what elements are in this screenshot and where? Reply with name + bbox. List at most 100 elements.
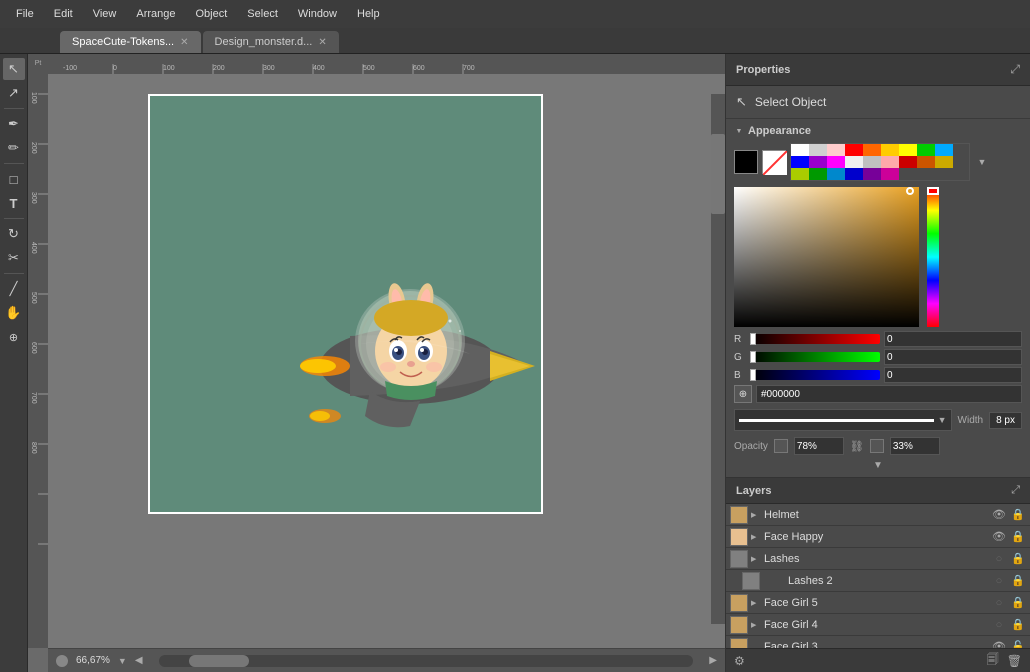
tool-zoom[interactable]: ⊕ bbox=[3, 326, 25, 348]
canvas-content[interactable] bbox=[48, 74, 725, 648]
scroll-right[interactable]: ▶ bbox=[709, 655, 717, 666]
swatch-magenta[interactable] bbox=[827, 156, 845, 168]
width-value[interactable]: 8 px bbox=[989, 412, 1022, 429]
layer-row-facegirl3[interactable]: Face Girl 3 👁 🔓 bbox=[726, 636, 1030, 648]
canvas-scrollbar-vertical[interactable] bbox=[711, 94, 725, 624]
layer-eye-facegirl5[interactable]: ○ bbox=[991, 595, 1007, 611]
swatch-darkpurple[interactable] bbox=[863, 168, 881, 180]
g-slider-track[interactable] bbox=[750, 352, 880, 362]
menu-edit[interactable]: Edit bbox=[46, 4, 81, 24]
layers-expand-button[interactable]: ⤢ bbox=[1011, 484, 1020, 497]
swatch-red[interactable] bbox=[845, 144, 863, 156]
g-input[interactable]: 0 bbox=[884, 349, 1022, 365]
properties-expand-button[interactable]: ⤢ bbox=[1010, 62, 1020, 77]
opacity-input[interactable]: 78% bbox=[794, 437, 844, 455]
tool-rect[interactable]: □ bbox=[3, 168, 25, 190]
swatch-white[interactable] bbox=[791, 144, 809, 156]
b-slider-track[interactable] bbox=[750, 370, 880, 380]
layers-new-button[interactable]: 🗐 bbox=[987, 650, 999, 671]
menu-object[interactable]: Object bbox=[188, 4, 236, 24]
menu-file[interactable]: File bbox=[8, 4, 42, 24]
tool-text[interactable]: T bbox=[3, 192, 25, 214]
swatch-lightred[interactable] bbox=[827, 144, 845, 156]
swatch-blue[interactable] bbox=[791, 156, 809, 168]
swatch-sky-blue[interactable] bbox=[935, 144, 953, 156]
eyedropper-button[interactable]: ⊕ bbox=[734, 385, 752, 403]
swatch-orange[interactable] bbox=[863, 144, 881, 156]
swatch-more-button[interactable]: ▼ bbox=[974, 154, 990, 170]
opacity-input-2[interactable]: 33% bbox=[890, 437, 940, 455]
layers-delete-button[interactable]: 🗑 bbox=[1007, 654, 1022, 668]
swatch-darkblue[interactable] bbox=[845, 168, 863, 180]
layer-row-facegirl5[interactable]: Face Girl 5 ○ 🔒 bbox=[726, 592, 1030, 614]
fill-swatch[interactable] bbox=[734, 150, 758, 174]
tab-1-close[interactable]: ✕ bbox=[180, 37, 188, 48]
layer-eye-lashes[interactable]: ○ bbox=[991, 551, 1007, 567]
tool-select[interactable]: ↖ bbox=[3, 58, 25, 80]
layer-row-helmet[interactable]: Helmet 👁 🔒 bbox=[726, 504, 1030, 526]
tab-2-close[interactable]: ✕ bbox=[318, 37, 326, 48]
tool-pencil[interactable]: ✏ bbox=[3, 137, 25, 159]
swatch-lime[interactable] bbox=[791, 168, 809, 180]
swatch-darkyellow[interactable] bbox=[935, 156, 953, 168]
swatch-darkpink[interactable] bbox=[881, 168, 899, 180]
opacity-checkbox[interactable] bbox=[774, 439, 788, 453]
tool-scissors[interactable]: ✂ bbox=[3, 247, 25, 269]
layer-row-lashes2[interactable]: Lashes 2 ○ 🔒 bbox=[726, 570, 1030, 592]
opacity-checkbox-2[interactable] bbox=[870, 439, 884, 453]
b-input[interactable]: 0 bbox=[884, 367, 1022, 383]
layer-lock-lashes2[interactable]: 🔒 bbox=[1010, 573, 1026, 589]
scroll-left[interactable]: ◀ bbox=[135, 655, 143, 666]
scrollbar-thumb-vertical[interactable] bbox=[711, 134, 725, 214]
tool-pen[interactable]: ✒ bbox=[3, 113, 25, 135]
tool-line[interactable]: ╱ bbox=[3, 278, 25, 300]
layer-row-face-happy[interactable]: Face Happy 👁 🔒 bbox=[726, 526, 1030, 548]
tab-1[interactable]: SpaceCute-Tokens... ✕ bbox=[60, 31, 201, 53]
swatch-gray[interactable] bbox=[863, 156, 881, 168]
tab-2[interactable]: Design_monster.d... ✕ bbox=[203, 31, 339, 53]
swatch-green[interactable] bbox=[917, 144, 935, 156]
layer-eye-face-happy[interactable]: 👁 bbox=[991, 529, 1007, 545]
layer-row-facegirl4[interactable]: Face Girl 4 ○ 🔒 bbox=[726, 614, 1030, 636]
appearance-expand-button[interactable]: ▼ bbox=[873, 460, 883, 471]
tool-hand[interactable]: ✋ bbox=[3, 302, 25, 324]
swatch-yellow[interactable] bbox=[881, 144, 899, 156]
menu-arrange[interactable]: Arrange bbox=[128, 4, 183, 24]
layer-lock-facegirl3[interactable]: 🔓 bbox=[1010, 639, 1026, 649]
horizontal-scroll-thumb[interactable] bbox=[189, 655, 249, 667]
swatch-bright-yellow[interactable] bbox=[899, 144, 917, 156]
menu-window[interactable]: Window bbox=[290, 4, 345, 24]
layer-expand-helmet[interactable] bbox=[751, 510, 761, 519]
layer-eye-helmet[interactable]: 👁 bbox=[991, 507, 1007, 523]
swatch-pink[interactable] bbox=[881, 156, 899, 168]
layer-expand-face-happy[interactable] bbox=[751, 532, 761, 541]
swatch-lightgray[interactable] bbox=[809, 144, 827, 156]
layer-lock-facegirl4[interactable]: 🔒 bbox=[1010, 617, 1026, 633]
swatch-offwhite[interactable] bbox=[845, 156, 863, 168]
layer-eye-facegirl3[interactable]: 👁 bbox=[991, 639, 1007, 649]
menu-help[interactable]: Help bbox=[349, 4, 388, 24]
hex-input[interactable]: #000000 bbox=[756, 385, 1022, 403]
r-input[interactable]: 0 bbox=[884, 331, 1022, 347]
horizontal-scrollbar[interactable] bbox=[159, 655, 694, 667]
swatch-darkgreen[interactable] bbox=[809, 168, 827, 180]
color-gradient-picker[interactable] bbox=[734, 187, 919, 327]
layer-expand-facegirl5[interactable] bbox=[751, 598, 761, 607]
layers-settings-button[interactable]: ⚙ bbox=[734, 654, 745, 668]
layer-lock-face-happy[interactable]: 🔒 bbox=[1010, 529, 1026, 545]
layer-lock-lashes[interactable]: 🔒 bbox=[1010, 551, 1026, 567]
stroke-selector[interactable]: ▼ bbox=[734, 409, 952, 431]
zoom-dropdown[interactable]: ▼ bbox=[118, 656, 127, 666]
layer-lock-facegirl5[interactable]: 🔒 bbox=[1010, 595, 1026, 611]
tool-direct-select[interactable]: ↗ bbox=[3, 82, 25, 104]
layer-expand-lashes[interactable] bbox=[751, 554, 761, 563]
swatch-darkorange[interactable] bbox=[917, 156, 935, 168]
layer-eye-lashes2[interactable]: ○ bbox=[991, 573, 1007, 589]
menu-view[interactable]: View bbox=[85, 4, 125, 24]
swatch-purple[interactable] bbox=[809, 156, 827, 168]
r-slider-track[interactable] bbox=[750, 334, 880, 344]
hue-bar[interactable] bbox=[927, 187, 939, 327]
swatch-darkblue2[interactable] bbox=[827, 168, 845, 180]
layer-row-lashes[interactable]: Lashes ○ 🔒 bbox=[726, 548, 1030, 570]
stroke-swatch[interactable] bbox=[762, 150, 786, 174]
